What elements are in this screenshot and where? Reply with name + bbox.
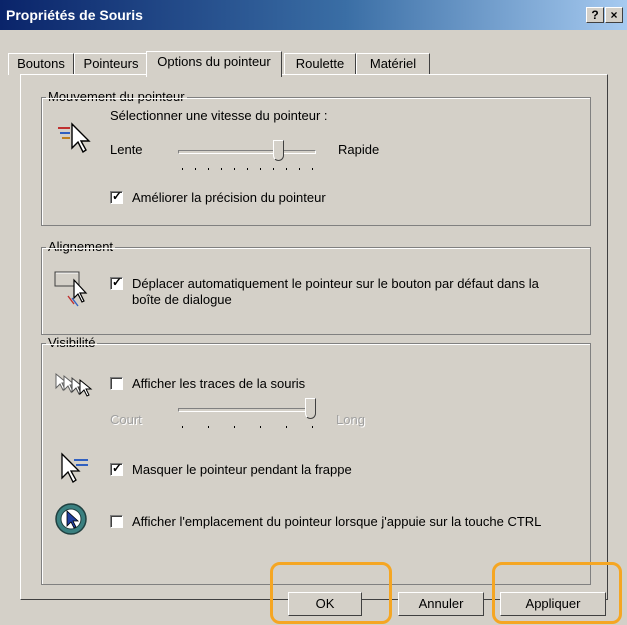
ctrl-locate-icon (55, 503, 87, 535)
motion-group-label: Mouvement du pointeur (46, 89, 187, 104)
dialog-client: Boutons Pointeurs Options du pointeur Ro… (0, 30, 627, 625)
long-label: Long (336, 412, 365, 427)
ctrl-locate-checkbox[interactable] (110, 515, 123, 528)
check-mark-icon: ✓ (112, 461, 123, 475)
hide-pointer-icon (61, 452, 88, 483)
cancel-button[interactable]: Annuler (398, 592, 484, 616)
trails-label: Afficher les traces de la souris (132, 376, 306, 391)
tab-pointeurs[interactable]: Pointeurs (74, 53, 148, 75)
trails-slider-ticks (182, 426, 316, 430)
check-mark-icon: ✓ (112, 189, 123, 203)
speed-slider-track[interactable] (178, 150, 316, 154)
tab-roulette[interactable]: Roulette (284, 53, 356, 75)
snap-to-icon (54, 271, 88, 307)
tab-panel: Mouvement du pointeur Sélectionner une v… (20, 74, 608, 600)
title-bar: Propriétés de Souris ? × (0, 0, 627, 30)
speed-slider-ticks (182, 168, 316, 172)
check-mark-icon: ✓ (112, 275, 123, 289)
tab-boutons[interactable]: Boutons (8, 53, 74, 75)
trails-checkbox[interactable] (110, 377, 123, 390)
precision-label: Améliorer la précision du pointeur (132, 190, 326, 205)
tab-options-pointeur[interactable]: Options du pointeur (146, 51, 282, 77)
snap-label-line2: boîte de dialogue (132, 292, 232, 307)
window-title: Propriétés de Souris (6, 7, 143, 23)
hide-pointer-label: Masquer le pointeur pendant la frappe (132, 462, 352, 477)
apply-button-highlight (492, 562, 622, 624)
speed-slider-thumb[interactable] (273, 140, 285, 161)
pointer-speed-icon (58, 122, 91, 154)
motion-group: Mouvement du pointeur Sélectionner une v… (41, 89, 591, 226)
snap-group-label: Alignement (46, 239, 116, 254)
pointer-trails-icon (55, 372, 93, 397)
trails-slider-track[interactable] (178, 408, 316, 412)
slow-label: Lente (110, 142, 143, 157)
trails-slider-thumb[interactable] (305, 398, 316, 419)
snap-group: Alignement ✓ Déplacer automatiquement le… (41, 239, 591, 335)
ok-button-highlight (270, 562, 392, 624)
precision-checkbox[interactable]: ✓ (110, 189, 123, 204)
speed-label: Sélectionner une vitesse du pointeur : (110, 108, 328, 123)
close-button[interactable]: × (605, 7, 623, 23)
help-button[interactable]: ? (586, 7, 604, 23)
snap-label-line1: Déplacer automatiquement le pointeur sur… (132, 276, 539, 291)
visibility-group-label: Visibilité (46, 335, 98, 350)
short-label: Court (110, 412, 142, 427)
hide-pointer-checkbox[interactable]: ✓ (110, 461, 123, 476)
tab-materiel[interactable]: Matériel (356, 53, 430, 75)
fast-label: Rapide (338, 142, 380, 157)
ctrl-locate-label: Afficher l'emplacement du pointeur lorsq… (132, 514, 542, 529)
snap-checkbox[interactable]: ✓ (110, 275, 123, 290)
visibility-group: Visibilité Afficher les traces de la sou… (41, 335, 591, 585)
